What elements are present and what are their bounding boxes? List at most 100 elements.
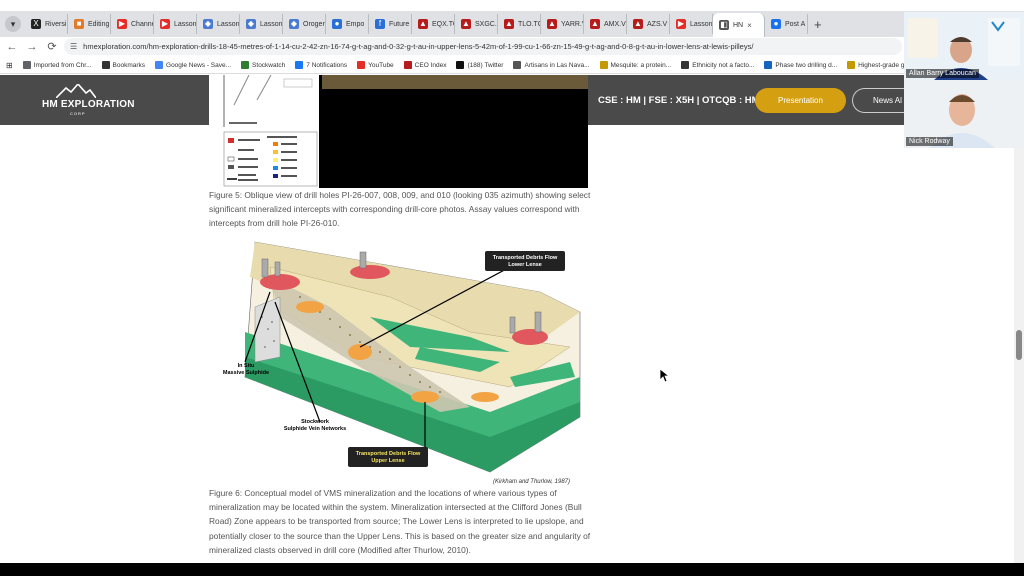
bookmark-item[interactable]: Google News - Save...	[155, 61, 231, 69]
browser-tab[interactable]: ▶ Lasson	[154, 14, 197, 34]
bookmark-icon	[155, 61, 164, 69]
bookmark-icon	[681, 61, 690, 69]
bookmark-label: Bookmarks	[112, 61, 146, 69]
browser-tab[interactable]: X Riversi	[25, 14, 68, 34]
tab-label: Lasson	[260, 20, 283, 28]
tab-favicon-icon: ▲	[547, 19, 557, 29]
tab-favicon-icon: ◆	[289, 19, 299, 29]
tab-label: EQX.TO	[432, 20, 454, 28]
forward-button[interactable]: →	[24, 41, 40, 53]
bookmark-label: 7 Notifications	[306, 61, 348, 69]
figure5-image	[209, 75, 588, 188]
bookmark-label: Imported from Chr...	[33, 61, 92, 69]
tab-label: AMX.V	[604, 20, 626, 28]
tab-strip: ▾ X Riversi ■ Editing ▶ Channe ▶ Lasson ◆ Lasson ◆…	[0, 11, 1024, 37]
tab-label: Channe	[131, 20, 154, 28]
figure5-caption: Figure 5: Oblique view of drill holes PI…	[209, 190, 591, 229]
tab-favicon-icon: ◆	[246, 19, 256, 29]
browser-tab[interactable]: ▲ SXGC.T	[455, 14, 498, 34]
tab-label: Empo	[346, 20, 365, 28]
mountain-logo-icon	[56, 84, 96, 98]
bookmark-icon	[22, 61, 31, 69]
tab-label: Future	[389, 20, 410, 28]
bookmark-item[interactable]: Ethnicity not a facto...	[681, 61, 754, 69]
apps-icon[interactable]: ⊞	[6, 61, 13, 70]
bookmark-item[interactable]: Imported from Chr...	[22, 61, 92, 69]
tab-favicon-icon: ▶	[676, 19, 686, 29]
back-button[interactable]: ←	[4, 41, 20, 53]
tab-label: Editing	[88, 20, 110, 28]
browser-tab[interactable]: f Future	[369, 14, 412, 34]
browser-tab[interactable]: ▲ YARR.V	[541, 14, 584, 34]
browser-tab[interactable]: ▲ EQX.TO	[412, 14, 455, 34]
tab-close-icon[interactable]: ×	[747, 21, 752, 30]
bookmark-icon	[599, 61, 608, 69]
presentation-button[interactable]: Presentation	[755, 88, 846, 113]
bookmark-icon	[456, 61, 465, 69]
bookmark-item[interactable]: Artisans in Las Nava...	[513, 61, 590, 69]
browser-tab[interactable]: ■ Editing	[68, 14, 111, 34]
site-info-icon[interactable]: ☰	[70, 42, 77, 51]
new-tab-button[interactable]: +	[814, 17, 822, 32]
bookmark-item[interactable]: 7 Notifications	[295, 61, 347, 69]
tab-list: X Riversi ■ Editing ▶ Channe ▶ Lasson ◆ Lasson ◆ La…	[25, 11, 822, 37]
browser-tab[interactable]: ◆ Orogen	[283, 14, 326, 34]
browser-tab[interactable]: ▶ Lasson	[670, 14, 713, 34]
bookmark-item[interactable]: Highest-grade gold	[847, 61, 904, 69]
tab-label: SXGC.T	[475, 20, 497, 28]
reload-button[interactable]: ⟳	[44, 40, 60, 53]
browser-tab[interactable]: ▲ AMX.V	[584, 14, 627, 34]
figure5-legend	[209, 75, 319, 188]
browser-tab[interactable]: ● Post A	[765, 14, 808, 34]
video-tile-nick[interactable]: Nick Rodway	[904, 80, 1024, 148]
tab-label: Lasson	[690, 20, 713, 28]
bookmark-item[interactable]: CEO Index	[403, 61, 446, 69]
figure6-credit: (Kirkham and Thurlow, 1987)	[493, 479, 570, 485]
tab-label: Lasson	[217, 20, 240, 28]
tab-label: HN	[733, 21, 744, 29]
browser-window: ▾ X Riversi ■ Editing ▶ Channe ▶ Lasson ◆ Lasson ◆…	[0, 0, 1024, 576]
bookmark-icon	[357, 61, 366, 69]
bookmark-label: Ethnicity not a facto...	[692, 61, 755, 69]
bottom-letterbox	[0, 563, 1024, 576]
bookmark-label: Highest-grade gold	[858, 61, 904, 69]
bookmark-item[interactable]: Mesquite: a protein...	[599, 61, 671, 69]
bookmark-label: Phase two drilling d...	[775, 61, 838, 69]
page-scrollbar[interactable]	[1014, 125, 1024, 570]
bookmark-item[interactable]: Stockwatch	[241, 61, 285, 69]
browser-tab[interactable]: ◆ Lasson	[240, 14, 283, 34]
address-url: hmexploration.com/hm-exploration-drills-…	[83, 42, 754, 51]
figure5-photo-strip	[322, 75, 588, 89]
browser-tab[interactable]: ▲ TLO.TO	[498, 14, 541, 34]
bookmark-item[interactable]: Phase two drilling d...	[764, 61, 837, 69]
figure6-vms-diagram: Transported Debris Flow Lower Lense Trans…	[223, 241, 581, 485]
browser-tab[interactable]: ▶ Channe	[111, 14, 154, 34]
bookmark-item[interactable]: Bookmarks	[101, 61, 146, 69]
tab-favicon-icon: ▲	[590, 19, 600, 29]
news-alerts-button[interactable]: News Al	[852, 88, 912, 113]
browser-tab[interactable]: ● Empo	[326, 14, 369, 34]
browser-tab[interactable]: ▲ AZS.V	[627, 14, 670, 34]
tab-search-button[interactable]: ▾	[5, 16, 21, 32]
browser-tab[interactable]: ◆ Lasson	[197, 14, 240, 34]
tab-label: AZS.V	[647, 20, 668, 28]
stock-tickers: CSE : HM | FSE : X5H | OTCQB : HMEXF	[598, 95, 779, 106]
tab-favicon-icon: ●	[332, 19, 342, 29]
bookmark-item[interactable]: YouTube	[357, 61, 394, 69]
tab-favicon-icon: ▲	[461, 19, 471, 29]
tab-favicon-icon: ▲	[504, 19, 514, 29]
bookmark-icon	[101, 61, 110, 69]
video-tile-allan[interactable]: Allan Barry Laboucan	[904, 12, 1024, 80]
scrollbar-thumb[interactable]	[1016, 330, 1022, 360]
logo-text: HM EXPLORATION	[42, 99, 135, 110]
participant-name: Nick Rodway	[906, 137, 953, 146]
tab-favicon-icon: f	[375, 19, 385, 29]
bookmark-label: Google News - Save...	[166, 61, 232, 69]
tab-favicon-icon: ●	[771, 19, 781, 29]
browser-toolbar: ← → ⟳ ☰ hmexploration.com/hm-exploration…	[0, 37, 1024, 56]
address-bar[interactable]: ☰ hmexploration.com/hm-exploration-drill…	[64, 38, 902, 55]
bookmark-item[interactable]: (188) Twitter	[456, 61, 503, 69]
active-tab[interactable]: ◧ HN ×	[713, 13, 765, 37]
site-logo[interactable]: HM EXPLORATION CORP	[42, 84, 134, 116]
bookmarks-bar: ⊞ Imported from Chr... Bookmarks Google Ne…	[0, 57, 904, 74]
